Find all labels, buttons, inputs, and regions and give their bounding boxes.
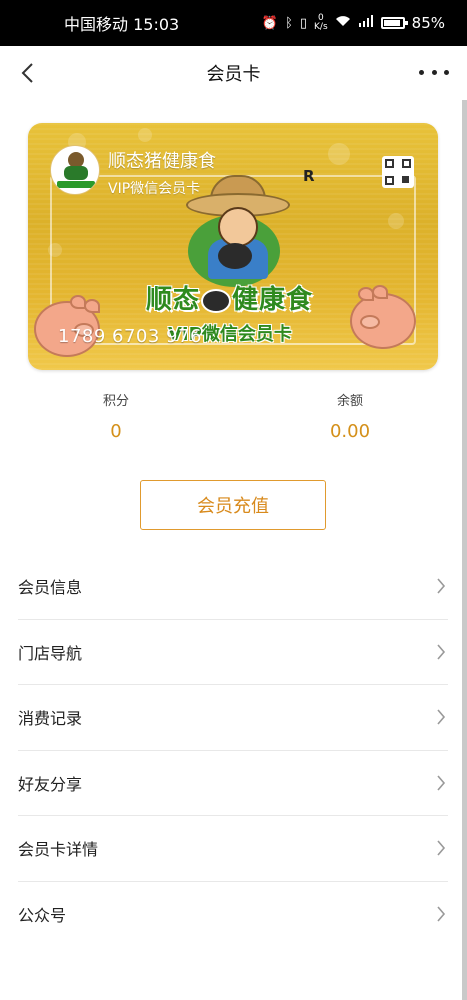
menu-item-label: 会员信息 (18, 578, 83, 598)
menu-item-member-info[interactable]: 会员信息 (18, 554, 448, 620)
alarm-icon: ⏰ (261, 15, 279, 31)
chevron-left-icon (21, 63, 33, 83)
pig-right-illustration (350, 285, 416, 349)
more-menu-button[interactable] (419, 62, 449, 82)
points-label: 积分 (102, 394, 129, 409)
farmer-illustration (178, 175, 298, 287)
battery-level: 85% (411, 14, 445, 32)
more-dots-icon (419, 69, 424, 75)
status-bar: 中国移动 15:03 ⏰ ᛒ ▯ 0 K/s 85% (0, 0, 467, 46)
chevron-right-icon (436, 775, 448, 791)
registered-mark: R (303, 167, 315, 185)
card-number: 1789 6703 976 (58, 326, 202, 347)
wifi-icon (335, 15, 351, 31)
qr-code-icon[interactable] (382, 156, 414, 188)
menu-item-consumption-records[interactable]: 消费记录 (18, 685, 448, 751)
bluetooth-icon: ᛒ (285, 15, 293, 31)
chevron-right-icon (436, 709, 448, 725)
vibrate-icon: ▯ (299, 15, 308, 31)
battery-icon (380, 17, 408, 29)
chevron-right-icon (436, 578, 448, 594)
menu-list: 会员信息 门店导航 消费记录 好友分享 会员卡详情 公众号 (18, 554, 448, 947)
black-pig-icon (201, 289, 232, 313)
recharge-button[interactable]: 会员充值 (140, 480, 326, 530)
chevron-right-icon (436, 840, 448, 856)
nav-bar: 会员卡 (0, 46, 467, 100)
member-card[interactable]: 顺态猪健康食 VIP微信会员卡 R 顺态 健康食 VIP微信会员卡 1789 67… (28, 123, 438, 370)
menu-item-label: 会员卡详情 (18, 840, 99, 860)
net-speed: 0 K/s (314, 13, 328, 32)
balance-stat[interactable]: 余额 0.00 (290, 390, 410, 442)
balance-value: 0.00 (329, 421, 371, 442)
chevron-right-icon (436, 644, 448, 660)
signal-icon (358, 15, 374, 31)
points-stat[interactable]: 积分 0 (56, 390, 176, 442)
menu-item-store-navigation[interactable]: 门店导航 (18, 620, 448, 685)
menu-item-label: 公众号 (18, 906, 67, 926)
balance-label: 余额 (336, 394, 363, 409)
menu-item-label: 消费记录 (18, 709, 83, 729)
chevron-right-icon (436, 906, 448, 922)
menu-item-friend-share[interactable]: 好友分享 (18, 751, 448, 816)
brand-logo-text: 顺态 健康食 (146, 285, 314, 315)
back-button[interactable] (12, 56, 42, 90)
store-name: 顺态猪健康食 (108, 151, 216, 172)
carrier-time: 中国移动 15:03 (64, 15, 180, 34)
menu-item-label: 好友分享 (18, 774, 83, 794)
store-logo (50, 145, 100, 195)
scrollbar[interactable] (462, 100, 467, 1000)
page-title: 会员卡 (206, 64, 261, 85)
menu-item-label: 门店导航 (18, 643, 83, 663)
points-value: 0 (110, 421, 122, 442)
menu-item-official-account[interactable]: 公众号 (18, 882, 448, 948)
menu-item-card-details[interactable]: 会员卡详情 (18, 816, 448, 882)
